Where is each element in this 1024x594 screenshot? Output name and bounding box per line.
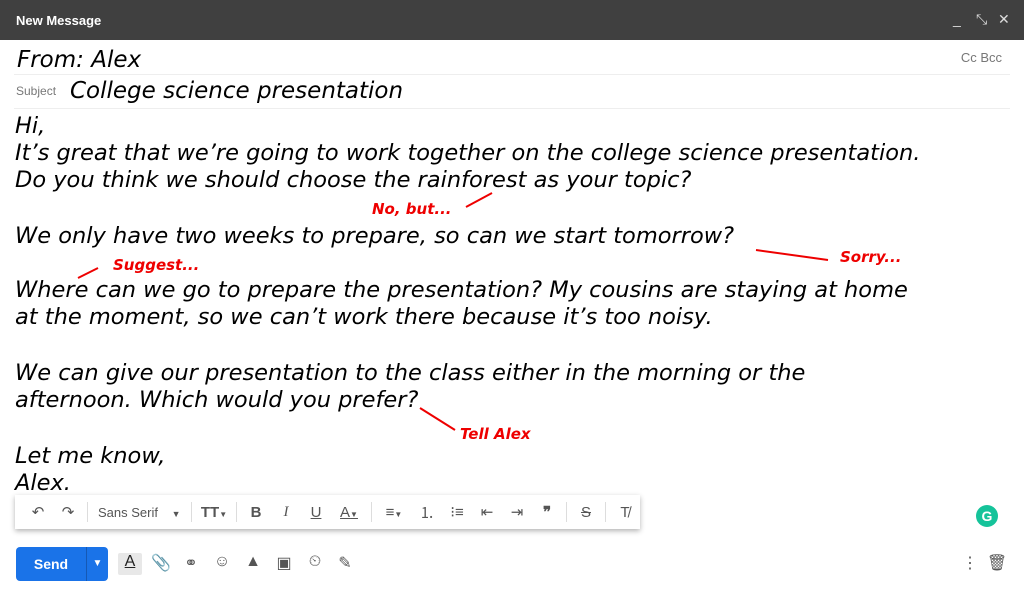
photo-icon[interactable]: ▣ bbox=[272, 553, 296, 575]
bold-icon[interactable]: B bbox=[241, 504, 271, 521]
text-size-icon[interactable]: TT▼ bbox=[196, 504, 232, 521]
annotation-line bbox=[755, 249, 829, 261]
annotation: Sorry... bbox=[840, 248, 902, 266]
annotation-line bbox=[77, 267, 99, 279]
link-icon[interactable]: ⚭ bbox=[179, 553, 203, 575]
underline-icon[interactable]: U bbox=[301, 504, 331, 521]
numbered-list-icon[interactable]: ⒈ bbox=[412, 502, 442, 523]
divider bbox=[236, 502, 237, 522]
font-select[interactable]: Sans Serif ▼ bbox=[92, 505, 187, 520]
quote-icon[interactable]: ❞ bbox=[532, 503, 562, 521]
undo-icon[interactable]: ↶ bbox=[23, 503, 53, 521]
annotation: Suggest... bbox=[113, 256, 200, 274]
remove-formatting-icon[interactable]: T̸ bbox=[610, 504, 640, 521]
indent-more-icon[interactable]: ⇥ bbox=[502, 503, 532, 521]
trash-icon[interactable]: 🗑 bbox=[985, 553, 1009, 575]
emoji-icon[interactable]: ☺ bbox=[210, 553, 234, 575]
send-options-button[interactable]: ▼ bbox=[86, 547, 108, 581]
signature-icon[interactable]: ✎ bbox=[333, 553, 357, 575]
grammarly-icon[interactable]: G bbox=[976, 505, 998, 527]
italic-icon[interactable]: I bbox=[271, 504, 301, 521]
divider bbox=[605, 502, 606, 522]
send-button[interactable]: Send bbox=[16, 547, 86, 581]
divider bbox=[566, 502, 567, 522]
more-options-icon[interactable]: ⋮ bbox=[958, 553, 982, 575]
annotation: No, but... bbox=[372, 200, 452, 218]
font-name: Sans Serif bbox=[98, 504, 158, 520]
text-color-icon[interactable]: A▼ bbox=[331, 504, 367, 521]
confidential-mode-icon[interactable]: ⏲ bbox=[303, 553, 327, 575]
divider bbox=[191, 502, 192, 522]
attach-icon[interactable]: 📎 bbox=[149, 553, 173, 575]
divider bbox=[371, 502, 372, 522]
chevron-down-icon: ▼ bbox=[171, 508, 181, 519]
strikethrough-icon[interactable]: S bbox=[571, 504, 601, 521]
annotation-line bbox=[465, 192, 493, 208]
formatting-options-icon[interactable]: A bbox=[118, 553, 142, 575]
drive-icon[interactable]: ▲ bbox=[241, 553, 265, 575]
redo-icon[interactable]: ↷ bbox=[53, 503, 83, 521]
bulleted-list-icon[interactable]: ⁝≡ bbox=[442, 503, 472, 521]
divider bbox=[87, 502, 88, 522]
annotation: Tell Alex bbox=[460, 425, 531, 443]
align-icon[interactable]: ≡▼ bbox=[376, 504, 412, 521]
indent-less-icon[interactable]: ⇤ bbox=[472, 503, 502, 521]
annotation-line bbox=[419, 407, 456, 431]
formatting-toolbar: ↶ ↷ Sans Serif ▼ TT▼ B I U A▼ ≡▼ ⒈ ⁝≡ ⇤ … bbox=[15, 495, 640, 529]
